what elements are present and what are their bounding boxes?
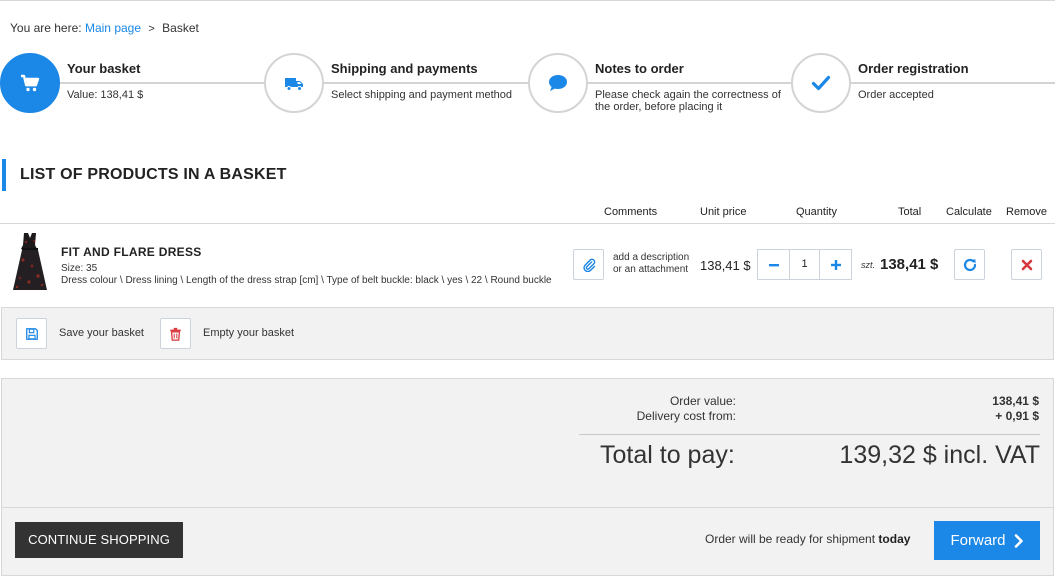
step-desc: Order accepted	[858, 89, 1038, 101]
step-title: Shipping and payments	[331, 61, 484, 76]
breadcrumb: You are here: Main page > Basket	[10, 21, 199, 35]
col-header-remove: Remove	[1006, 206, 1047, 218]
recalculate-button[interactable]	[954, 249, 985, 280]
order-value: 138,41 $	[992, 394, 1039, 408]
product-thumbnail[interactable]	[12, 232, 48, 292]
step-title: Notes to order	[595, 61, 690, 76]
col-header-quantity: Quantity	[796, 206, 837, 218]
step-your-basket[interactable]: Your basket Value: 138,41 $	[0, 53, 260, 115]
close-icon	[1021, 259, 1032, 270]
plus-icon	[830, 259, 841, 270]
save-basket-label[interactable]: Save your basket	[59, 327, 144, 339]
product-total: 138,41 $	[880, 256, 939, 273]
delivery-cost-label: Delivery cost from:	[636, 409, 736, 423]
empty-basket-button[interactable]	[160, 318, 191, 349]
remove-product-button[interactable]	[1011, 249, 1042, 280]
trash-icon	[170, 327, 181, 341]
quantity-input[interactable]: 1	[789, 250, 820, 279]
col-header-total: Total	[898, 206, 922, 218]
order-value-label: Order value:	[669, 394, 736, 408]
col-header-calculate: Calculate	[946, 206, 992, 218]
minus-icon	[768, 263, 779, 266]
step-circle	[0, 53, 60, 113]
continue-shopping-button[interactable]: CONTINUE SHOPPING	[15, 522, 183, 558]
total-to-pay-value: 139,32 $ incl. VAT	[839, 441, 1040, 469]
comment-hint-line1: add a description	[613, 252, 690, 263]
checkout-steps: Your basket Value: 138,41 $ Shipping and…	[0, 53, 1055, 115]
decrease-quantity-button[interactable]	[758, 250, 789, 279]
breadcrumb-separator: >	[148, 23, 155, 35]
truck-icon	[285, 78, 303, 91]
cart-icon	[21, 74, 40, 92]
col-header-comments: Comments	[604, 206, 658, 218]
summary-divider	[579, 434, 1040, 435]
checkmark-icon	[811, 75, 831, 91]
top-divider	[0, 0, 1055, 1]
step-circle	[791, 53, 851, 113]
increase-quantity-button[interactable]	[820, 250, 851, 279]
product-size: Size: 35	[61, 263, 98, 274]
step-title: Your basket	[67, 61, 147, 76]
basket-list-title: LIST OF PRODUCTS IN A BASKET	[2, 159, 287, 191]
step-order-registration[interactable]: Order registration Order accepted	[791, 53, 1055, 115]
col-header-unit-price: Unit price	[700, 206, 747, 218]
shipment-ready-text: Order will be ready for shipment	[705, 532, 876, 546]
breadcrumb-prefix: You are here:	[10, 21, 82, 35]
comment-hint-line2: or an attachment	[613, 264, 689, 275]
quantity-stepper: 1	[757, 249, 852, 280]
forward-label: Forward	[950, 532, 1006, 549]
floppy-disk-icon	[25, 327, 38, 340]
quantity-unit: szt.	[861, 260, 876, 270]
step-circle	[528, 53, 588, 113]
step-circle	[264, 53, 324, 113]
step-title: Order registration	[858, 61, 975, 76]
shipment-ready-note: Order will be ready for shipment today	[705, 532, 910, 546]
unit-price: 138,41 $	[700, 258, 751, 273]
delivery-cost-value: + 0,91 $	[995, 409, 1039, 423]
speech-bubble-icon	[549, 75, 567, 91]
chevron-right-icon	[1014, 533, 1023, 548]
product-attributes: Dress colour \ Dress lining \ Length of …	[61, 275, 552, 286]
comment-hint[interactable]: add a description or an attachment	[613, 252, 689, 276]
step-desc: Please check again the correctness of th…	[595, 89, 785, 113]
product-name[interactable]: FIT AND FLARE DRESS	[61, 245, 202, 259]
step-desc: Value: 138,41 $	[67, 89, 247, 101]
empty-basket-label[interactable]: Empty your basket	[203, 327, 294, 339]
breadcrumb-home-link[interactable]: Main page	[85, 21, 141, 35]
header-divider	[0, 223, 1055, 224]
footer-divider	[1, 507, 1054, 508]
forward-button[interactable]: Forward	[934, 521, 1040, 560]
basket-actions-bar	[1, 307, 1054, 360]
paperclip-icon	[582, 258, 595, 272]
refresh-icon	[963, 258, 976, 271]
step-desc: Select shipping and payment method	[331, 89, 521, 101]
save-basket-button[interactable]	[16, 318, 47, 349]
total-to-pay-label: Total to pay:	[600, 441, 735, 469]
step-notes-to-order[interactable]: Notes to order Please check again the co…	[528, 53, 788, 115]
attach-comment-button[interactable]	[573, 249, 604, 280]
step-shipping-payments[interactable]: Shipping and payments Select shipping an…	[264, 53, 524, 115]
breadcrumb-current: Basket	[162, 21, 199, 35]
shipment-ready-when: today	[878, 532, 911, 546]
